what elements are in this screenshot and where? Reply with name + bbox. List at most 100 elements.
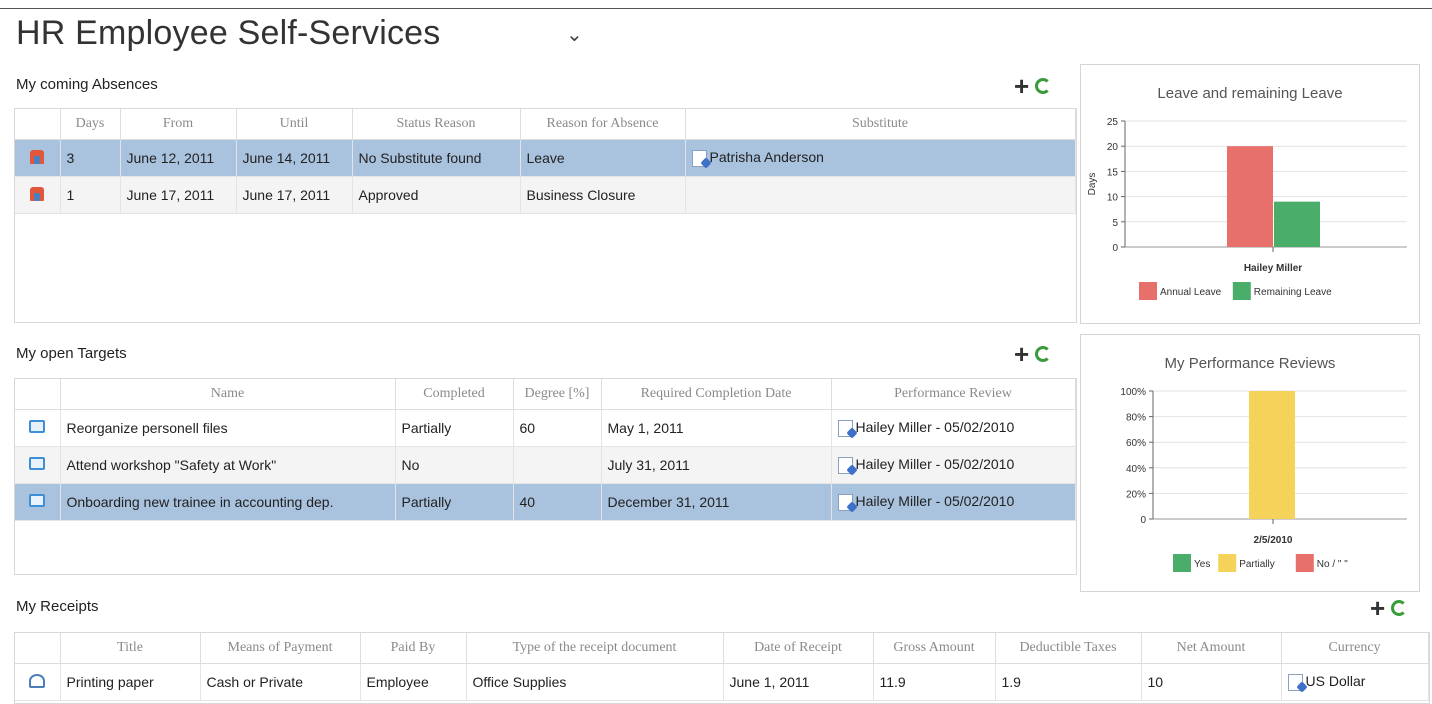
bar-annual-leave: [1227, 146, 1273, 247]
type-cell: Office Supplies: [466, 663, 724, 701]
top-border: [0, 8, 1432, 9]
targets-actions: +: [1014, 341, 1052, 367]
status-cell: No Substitute found: [352, 139, 521, 177]
degree-cell: [513, 446, 602, 484]
column-header[interactable]: Net Amount: [1141, 633, 1282, 664]
targets-table: Name Completed Degree [%] Required Compl…: [15, 379, 1076, 521]
receipts-actions: +: [1370, 595, 1408, 621]
column-header[interactable]: Substitute: [685, 109, 1076, 140]
column-header[interactable]: Days: [60, 109, 121, 140]
date-cell: June 1, 2011: [723, 663, 874, 701]
add-receipt-icon[interactable]: +: [1370, 595, 1385, 621]
table-row[interactable]: 3 June 12, 2011 June 14, 2011 No Substit…: [15, 139, 1076, 177]
refresh-absences-icon[interactable]: [1035, 78, 1052, 94]
receipt-icon: [29, 673, 46, 688]
receipts-table: Title Means of Payment Paid By Type of t…: [15, 633, 1429, 701]
degree-cell: 60: [513, 409, 602, 447]
legend-swatch: [1295, 554, 1314, 572]
review-link[interactable]: Hailey Miller - 05/02/2010: [856, 456, 1015, 472]
chevron-down-icon[interactable]: ⌄: [566, 22, 583, 47]
review-link[interactable]: Hailey Miller - 05/02/2010: [856, 419, 1015, 435]
absences-section-title: My coming Absences: [16, 76, 158, 93]
reason-cell: Business Closure: [520, 176, 686, 214]
legend-swatch: [1232, 282, 1251, 300]
substitute-link[interactable]: Patrisha Anderson: [710, 149, 824, 165]
target-cell: [15, 483, 61, 521]
icon-column-header: [15, 109, 61, 140]
completed-cell: No: [395, 446, 514, 484]
legend-label: Annual Leave: [1160, 287, 1222, 298]
target-icon: [29, 457, 46, 470]
substitute-cell[interactable]: Patrisha Anderson: [685, 139, 1076, 177]
currency-link[interactable]: US Dollar: [1306, 673, 1366, 689]
absences-table: Days From Until Status Reason Reason for…: [15, 109, 1076, 214]
column-header[interactable]: Reason for Absence: [520, 109, 686, 140]
column-header[interactable]: Paid By: [360, 633, 467, 664]
y-tick-label: 100%: [1120, 387, 1146, 398]
legend-label: Remaining Leave: [1254, 287, 1332, 298]
column-header[interactable]: Performance Review: [831, 379, 1076, 410]
review-cell[interactable]: Hailey Miller - 05/02/2010: [831, 409, 1076, 447]
column-header[interactable]: Status Reason: [352, 109, 521, 140]
y-tick-label: 40%: [1126, 464, 1146, 475]
column-header[interactable]: Gross Amount: [873, 633, 996, 664]
review-cell[interactable]: Hailey Miller - 05/02/2010: [831, 483, 1076, 521]
column-header[interactable]: Until: [236, 109, 353, 140]
icon-column-header: [15, 379, 61, 410]
substitute-cell: [685, 176, 1076, 214]
absences-header-row: Days From Until Status Reason Reason for…: [15, 109, 1076, 140]
until-cell: June 17, 2011: [236, 176, 353, 214]
y-tick-label: 10: [1107, 193, 1119, 204]
target-cell: [15, 409, 61, 447]
completed-cell: Partially: [395, 409, 514, 447]
degree-cell: 40: [513, 483, 602, 521]
column-header[interactable]: Degree [%]: [513, 379, 602, 410]
column-header[interactable]: Deductible Taxes: [995, 633, 1142, 664]
column-header[interactable]: Currency: [1281, 633, 1429, 664]
y-axis-label: Days: [1087, 173, 1098, 196]
taxes-cell: 1.9: [995, 663, 1142, 701]
column-header[interactable]: Required Completion Date: [601, 379, 832, 410]
column-header[interactable]: Date of Receipt: [723, 633, 874, 664]
refresh-receipts-icon[interactable]: [1391, 600, 1408, 616]
legend-label: Yes: [1194, 559, 1210, 570]
review-cell[interactable]: Hailey Miller - 05/02/2010: [831, 446, 1076, 484]
review-link[interactable]: Hailey Miller - 05/02/2010: [856, 493, 1015, 509]
leave-chart: 0 5 10 15 20 25 Days Hailey Miller Annual Leave R…: [1087, 117, 1407, 300]
add-target-icon[interactable]: +: [1014, 341, 1029, 367]
absence-cell: [15, 176, 61, 214]
paid-by-cell: Employee: [360, 663, 467, 701]
y-tick-label: 0: [1112, 243, 1118, 254]
column-header[interactable]: Title: [60, 633, 201, 664]
table-row[interactable]: Onboarding new trainee in accounting dep…: [15, 483, 1076, 521]
column-header[interactable]: From: [120, 109, 237, 140]
column-header[interactable]: Type of the receipt document: [466, 633, 724, 664]
currency-link-icon: [1287, 673, 1303, 691]
table-row[interactable]: Attend workshop "Safety at Work" No July…: [15, 446, 1076, 484]
x-tick-label: Hailey Miller: [1244, 263, 1302, 274]
absence-icon: [30, 186, 45, 201]
legend-swatch: [1218, 554, 1237, 572]
table-row[interactable]: 1 June 17, 2011 June 17, 2011 Approved B…: [15, 176, 1076, 214]
column-header[interactable]: Means of Payment: [200, 633, 361, 664]
absence-cell: [15, 139, 61, 177]
absences-actions: +: [1014, 73, 1052, 99]
table-row[interactable]: Printing paper Cash or Private Employee …: [15, 663, 1429, 701]
refresh-targets-icon[interactable]: [1035, 346, 1052, 362]
column-header[interactable]: Completed: [395, 379, 514, 410]
from-cell: June 12, 2011: [120, 139, 237, 177]
legend-label: Partially: [1239, 559, 1275, 570]
y-tick-label: 5: [1112, 218, 1118, 229]
targets-header-row: Name Completed Degree [%] Required Compl…: [15, 379, 1076, 410]
bar-partially: [1249, 391, 1295, 519]
net-cell: 10: [1141, 663, 1282, 701]
column-header[interactable]: Name: [60, 379, 396, 410]
add-absence-icon[interactable]: +: [1014, 73, 1029, 99]
legend-swatch: [1139, 282, 1157, 300]
target-icon: [29, 494, 46, 507]
currency-cell[interactable]: US Dollar: [1281, 663, 1429, 701]
target-cell: [15, 446, 61, 484]
receipts-header-row: Title Means of Payment Paid By Type of t…: [15, 633, 1429, 664]
date-cell: May 1, 2011: [601, 409, 832, 447]
table-row[interactable]: Reorganize personell files Partially 60 …: [15, 409, 1076, 447]
